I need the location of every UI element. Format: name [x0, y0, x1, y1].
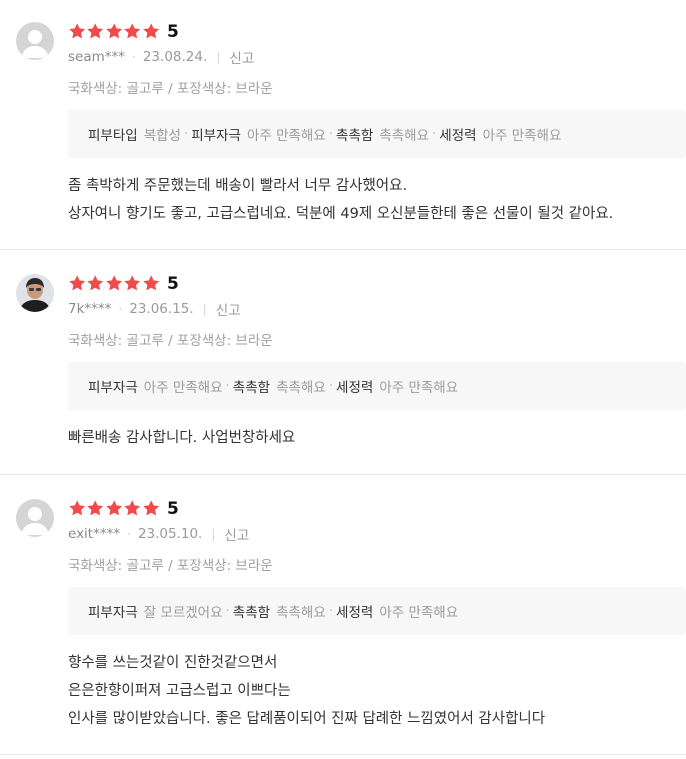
review-text-line: 상자여니 향기도 좋고, 고급스럽네요. 덕분에 49제 오신분들한테 좋은 선… — [68, 206, 614, 222]
rating-score: 5 — [167, 22, 179, 42]
survey-value: 촉촉해요 — [276, 380, 326, 396]
avatar — [16, 22, 54, 60]
survey-value: 촉촉해요 — [379, 128, 429, 144]
star-icon — [105, 22, 123, 40]
survey-separator: · — [183, 126, 189, 142]
survey-value: 아주 만족해요 — [482, 128, 562, 144]
star-icon — [142, 22, 160, 40]
review-item: 5 seam*** · 23.08.24. | 신고 국화색상: 골고루 / 포… — [0, 0, 686, 250]
survey-separator: · — [225, 378, 230, 394]
star-icon — [68, 22, 86, 40]
purchase-options: 국화색상: 골고루 / 포장색상: 브라운 — [68, 81, 273, 97]
survey-box: 피부자극 아주 만족해요 · 촉촉함 촉촉해요 · 세정력 아주 만족해요 — [68, 362, 686, 410]
meta-separator: | — [211, 527, 216, 541]
meta-dot: · — [127, 527, 131, 541]
star-icon — [105, 499, 123, 517]
review-text-line: 빠른배송 감사합니다. 사업번창하세요 — [68, 430, 296, 446]
survey-box: 피부타입 복합성 · 피부자극 아주 만족해요 · 촉촉함 촉촉해요 · 세정력 아주 만족해요 — [68, 110, 686, 158]
star-icon — [105, 274, 123, 292]
star-icon — [68, 274, 86, 292]
review-meta: seam*** · 23.08.24. | 신고 — [68, 47, 254, 67]
review-item: 5 7k**** · 23.06.15. | 신고 국화색상: 골고루 / 포장… — [0, 252, 686, 475]
review-content: 좀 촉박하게 주문했는데 배송이 빨라서 너무 감사했어요. 상자여니 향기도 좋… — [68, 172, 613, 228]
reviewer-name: exit**** — [68, 526, 121, 542]
rating-score: 5 — [167, 499, 179, 519]
meta-dot: · — [118, 302, 123, 316]
survey-key: 세정력 — [336, 605, 374, 621]
survey-key: 피부타입 — [88, 128, 138, 144]
rating-score: 5 — [167, 274, 179, 294]
star-icon — [123, 274, 141, 292]
survey-separator: · — [432, 126, 437, 142]
survey-key: 세정력 — [439, 128, 477, 144]
reviewer-name: 7k**** — [68, 301, 112, 317]
review-date: 23.06.15. — [129, 301, 194, 317]
avatar — [16, 274, 54, 312]
survey-key: 촉촉함 — [232, 605, 271, 621]
star-rating — [68, 272, 160, 294]
meta-separator: | — [216, 50, 221, 64]
report-button[interactable]: 신고 — [224, 524, 249, 544]
review-meta: exit**** · 23.05.10. | 신고 — [68, 524, 249, 544]
review-date: 23.05.10. — [137, 526, 203, 542]
default-avatar-icon — [21, 30, 49, 58]
star-icon — [68, 499, 86, 517]
star-icon — [86, 274, 104, 292]
survey-separator: · — [328, 378, 334, 394]
review-content: 빠른배송 감사합니다. 사업번창하세요 — [68, 424, 295, 452]
survey-value: 촉촉해요 — [276, 605, 326, 621]
profile-photo-icon — [16, 274, 54, 312]
survey-value: 아주 만족해요 — [379, 605, 459, 621]
report-button[interactable]: 신고 — [216, 299, 241, 319]
review-meta: 7k**** · 23.06.15. | 신고 — [68, 299, 241, 319]
purchase-options: 국화색상: 골고루 / 포장색상: 브라운 — [68, 558, 273, 574]
survey-separator: · — [328, 126, 334, 142]
reviewer-name: seam*** — [68, 49, 126, 65]
star-icon — [123, 22, 141, 40]
meta-separator: | — [202, 302, 207, 316]
survey-value: 아주 만족해요 — [379, 380, 459, 396]
avatar — [16, 499, 54, 537]
star-rating — [68, 20, 160, 42]
review-text-line: 향수를 쓰는것같이 진한것같으면서 — [68, 655, 278, 671]
survey-value: 복합성 — [143, 128, 181, 144]
star-icon — [142, 499, 160, 517]
survey-key: 촉촉함 — [232, 380, 271, 396]
meta-dot: · — [132, 50, 136, 64]
report-button[interactable]: 신고 — [229, 47, 254, 67]
survey-key: 피부자극 — [191, 128, 241, 144]
survey-key: 피부자극 — [88, 605, 138, 621]
star-icon — [86, 22, 104, 40]
survey-separator: · — [225, 603, 230, 619]
review-date: 23.08.24. — [142, 49, 208, 65]
star-icon — [142, 274, 160, 292]
star-icon — [123, 499, 141, 517]
survey-value: 잘 모르겠어요 — [143, 605, 223, 621]
survey-box: 피부자극 잘 모르겠어요 · 촉촉함 촉촉해요 · 세정력 아주 만족해요 — [68, 587, 686, 635]
review-text-line: 은은한향이퍼져 고급스럽고 이쁘다는 — [68, 683, 291, 699]
survey-key: 세정력 — [336, 380, 374, 396]
survey-key: 피부자극 — [88, 380, 138, 396]
star-icon — [86, 499, 104, 517]
purchase-options: 국화색상: 골고루 / 포장색상: 브라운 — [68, 333, 273, 349]
review-text-line: 좀 촉박하게 주문했는데 배송이 빨라서 너무 감사했어요. — [68, 178, 408, 194]
review-text-line: 인사를 많이받았습니다. 좋은 답례품이되어 진짜 답례한 느낌였어서 감사합니… — [68, 711, 546, 727]
survey-key: 촉촉함 — [336, 128, 374, 144]
review-content: 향수를 쓰는것같이 진한것같으면서은은한향이퍼져 고급스럽고 이쁘다는인사를 많… — [68, 649, 545, 733]
survey-value: 아주 만족해요 — [246, 128, 326, 144]
survey-separator: · — [328, 603, 334, 619]
survey-value: 아주 만족해요 — [143, 380, 223, 396]
star-rating — [68, 497, 160, 519]
review-item: 5 exit**** · 23.05.10. | 신고 국화색상: 골고루 / … — [0, 477, 686, 755]
default-avatar-icon — [21, 507, 49, 535]
